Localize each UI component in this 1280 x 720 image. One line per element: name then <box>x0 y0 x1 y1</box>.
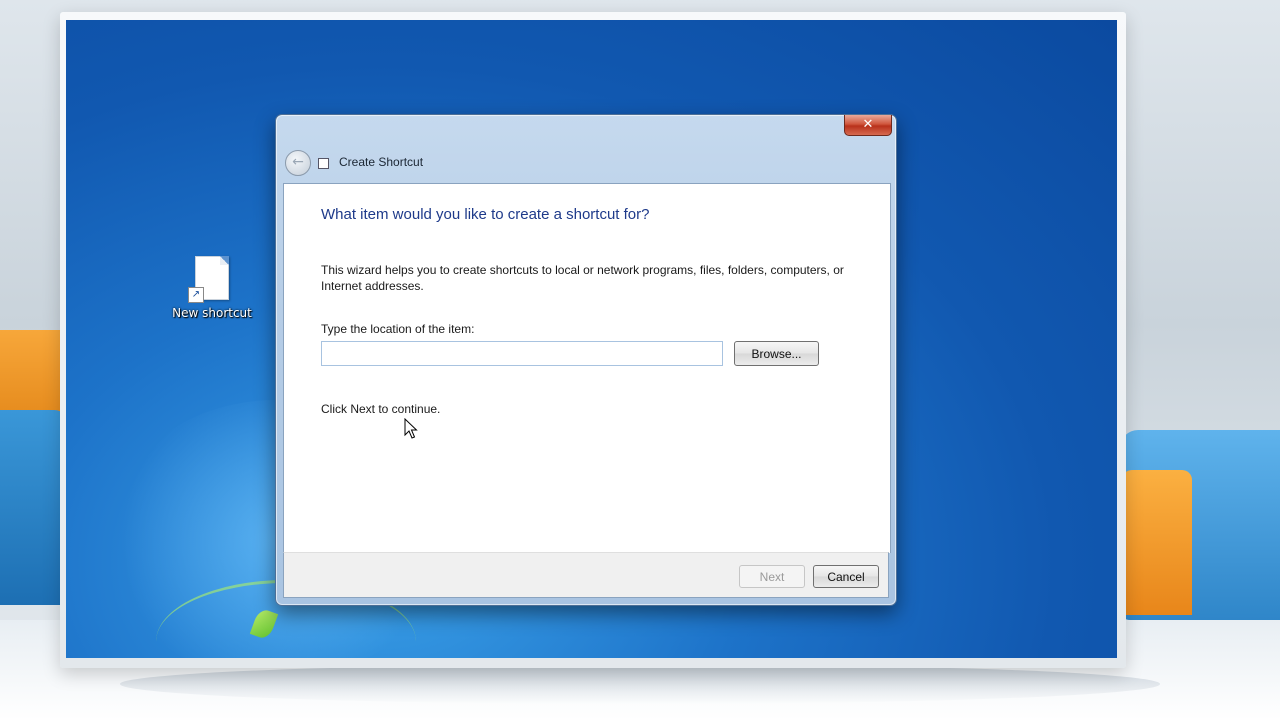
next-button[interactable]: Next <box>739 565 805 588</box>
wizard-footer: Next Cancel <box>283 552 889 598</box>
continue-instruction: Click Next to continue. <box>321 402 441 416</box>
background-sofa-right-orange <box>1122 470 1192 615</box>
desktop-icon-label: New shortcut <box>172 306 252 320</box>
back-button[interactable]: ← <box>285 150 311 176</box>
new-shortcut-file-icon: ↗ <box>188 256 229 303</box>
mouse-cursor-icon <box>404 418 418 439</box>
shortcut-title-icon <box>318 158 329 169</box>
close-button[interactable]: ✕ <box>844 115 892 136</box>
create-shortcut-window: ✕ ← Create Shortcut What item would you … <box>275 114 897 606</box>
close-icon: ✕ <box>862 117 874 132</box>
cancel-button[interactable]: Cancel <box>813 565 879 588</box>
shortcut-arrow-icon: ↗ <box>188 287 204 303</box>
wizard-description: This wizard helps you to create shortcut… <box>321 263 844 293</box>
window-title: Create Shortcut <box>339 155 424 169</box>
wizard-content: What item would you like to create a sho… <box>283 183 891 553</box>
browse-button[interactable]: Browse... <box>734 341 819 366</box>
desktop-icon-new-shortcut[interactable]: ↗ New shortcut <box>169 256 255 320</box>
location-input[interactable] <box>321 341 723 366</box>
monitor-shadow <box>120 664 1160 704</box>
location-label: Type the location of the item: <box>321 322 475 336</box>
back-arrow-icon: ← <box>292 154 304 170</box>
wizard-heading: What item would you like to create a sho… <box>321 206 650 223</box>
